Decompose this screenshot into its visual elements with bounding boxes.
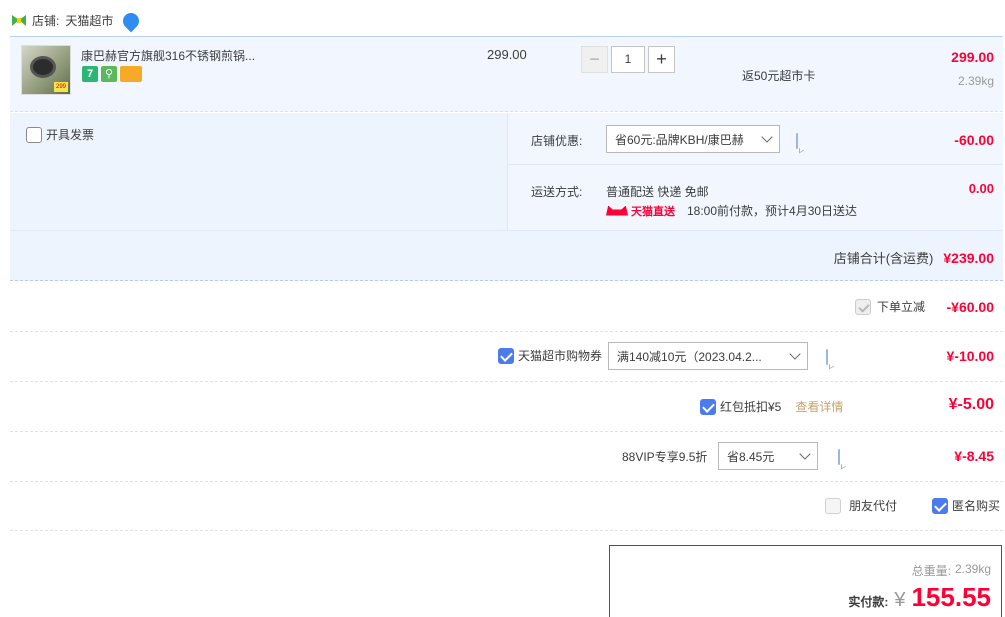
quantity-input[interactable]: 1 xyxy=(611,46,645,73)
service-icons: 7 ⚲ xyxy=(82,66,142,82)
coupon-amount: ¥-10.00 xyxy=(946,348,994,364)
red-packet-checkbox[interactable] xyxy=(700,398,716,415)
divider xyxy=(10,331,1003,332)
seven-day-return-icon[interactable]: 7 xyxy=(82,66,98,82)
shipping-amount: 0.00 xyxy=(968,181,994,196)
pay-amount: 155.55 xyxy=(911,582,991,612)
friend-pay-checkbox[interactable] xyxy=(825,497,841,514)
divider xyxy=(10,530,1003,531)
divider xyxy=(10,230,1003,231)
item-title[interactable]: 康巴赫官方旗舰316不锈钢煎锅... xyxy=(81,47,255,64)
total-weight: 总重量: 2.39kg xyxy=(911,562,991,578)
shipping-eta: 18:00前付款，预计4月30日送达 xyxy=(687,204,858,218)
tmall-direct-badge: 天猫直送 xyxy=(606,203,675,219)
product-thumbnail[interactable]: 299 xyxy=(21,45,71,95)
actual-payment: 实付款: ¥ 155.55 xyxy=(848,582,991,613)
anonymous-option[interactable]: 匿名购买 xyxy=(932,497,1000,514)
message-icon[interactable] xyxy=(838,449,840,465)
invoice-option[interactable]: 开具发票 xyxy=(26,126,94,143)
item-weight: 2.39kg xyxy=(957,74,994,88)
store-name[interactable]: 天猫超市 xyxy=(65,12,113,29)
card-icon[interactable] xyxy=(120,66,142,82)
store-discount-amount: -60.00 xyxy=(954,132,994,148)
shipping-eta-row: 天猫直送 18:00前付款，预计4月30日送达 xyxy=(606,202,857,219)
store-label: 店铺: xyxy=(32,14,60,28)
drop-tag-icon[interactable] xyxy=(120,9,143,32)
store-total-amount: ¥239.00 xyxy=(943,250,994,266)
view-details-link[interactable]: 查看详情 xyxy=(795,398,843,415)
pay-label: 实付款: xyxy=(848,595,889,609)
store-discount-select[interactable]: 省60元:品牌KBH/康巴赫 xyxy=(606,125,780,153)
item-subtotal: 299.00 xyxy=(951,49,994,65)
chevron-down-icon xyxy=(789,348,801,360)
coupon-select[interactable]: 满140减10元（2023.04.2... xyxy=(608,342,808,370)
vip-select[interactable]: 省8.45元 xyxy=(718,442,818,470)
divider xyxy=(507,164,1003,165)
shipping-method: 普通配送 快递 免邮 xyxy=(606,185,709,199)
message-icon[interactable] xyxy=(826,349,828,365)
divider xyxy=(10,381,1003,382)
instant-discount-checkbox xyxy=(855,298,871,315)
store-discount-label: 店铺优惠: xyxy=(531,134,583,148)
store-header: 店铺: 天猫超市 xyxy=(12,9,143,32)
friend-pay-option[interactable]: 朋友代付 xyxy=(825,497,897,514)
invoice-label: 开具发票 xyxy=(46,128,95,142)
unit-price: 299.00 xyxy=(487,47,527,62)
instant-discount-row: 下单立减 xyxy=(855,298,925,315)
currency-symbol: ¥ xyxy=(894,589,906,611)
vip-amount: ¥-8.45 xyxy=(954,448,994,464)
chevron-down-icon xyxy=(799,448,811,460)
coupon-row: 天猫超市购物券 xyxy=(498,347,602,364)
decrease-button[interactable]: − xyxy=(581,46,608,73)
guarantee-icon[interactable]: ⚲ xyxy=(101,66,117,82)
message-icon[interactable] xyxy=(796,133,798,149)
bowtie-store-icon xyxy=(12,14,26,26)
increase-button[interactable]: + xyxy=(648,46,675,73)
anonymous-checkbox[interactable] xyxy=(932,497,948,514)
rebate-text: 返50元超市卡 xyxy=(742,69,816,83)
invoice-checkbox[interactable] xyxy=(26,126,42,143)
instant-discount-amount: -¥60.00 xyxy=(946,299,994,315)
store-total: 店铺合计(含运费) ¥239.00 xyxy=(834,248,994,267)
divider xyxy=(10,431,1003,432)
red-packet-amount: ¥-5.00 xyxy=(948,396,994,413)
divider xyxy=(10,481,1003,482)
tmall-cat-icon xyxy=(606,205,628,216)
shipping-label: 运送方式: xyxy=(531,185,583,199)
quantity-stepper: − 1 + xyxy=(581,46,675,73)
store-total-label: 店铺合计(含运费) xyxy=(833,251,934,266)
vip-label: 88VIP专享9.5折 xyxy=(622,450,708,464)
chevron-down-icon xyxy=(761,131,773,143)
coupon-checkbox[interactable] xyxy=(498,347,514,364)
red-packet-row: 红包抵扣¥5 查看详情 xyxy=(700,398,843,415)
